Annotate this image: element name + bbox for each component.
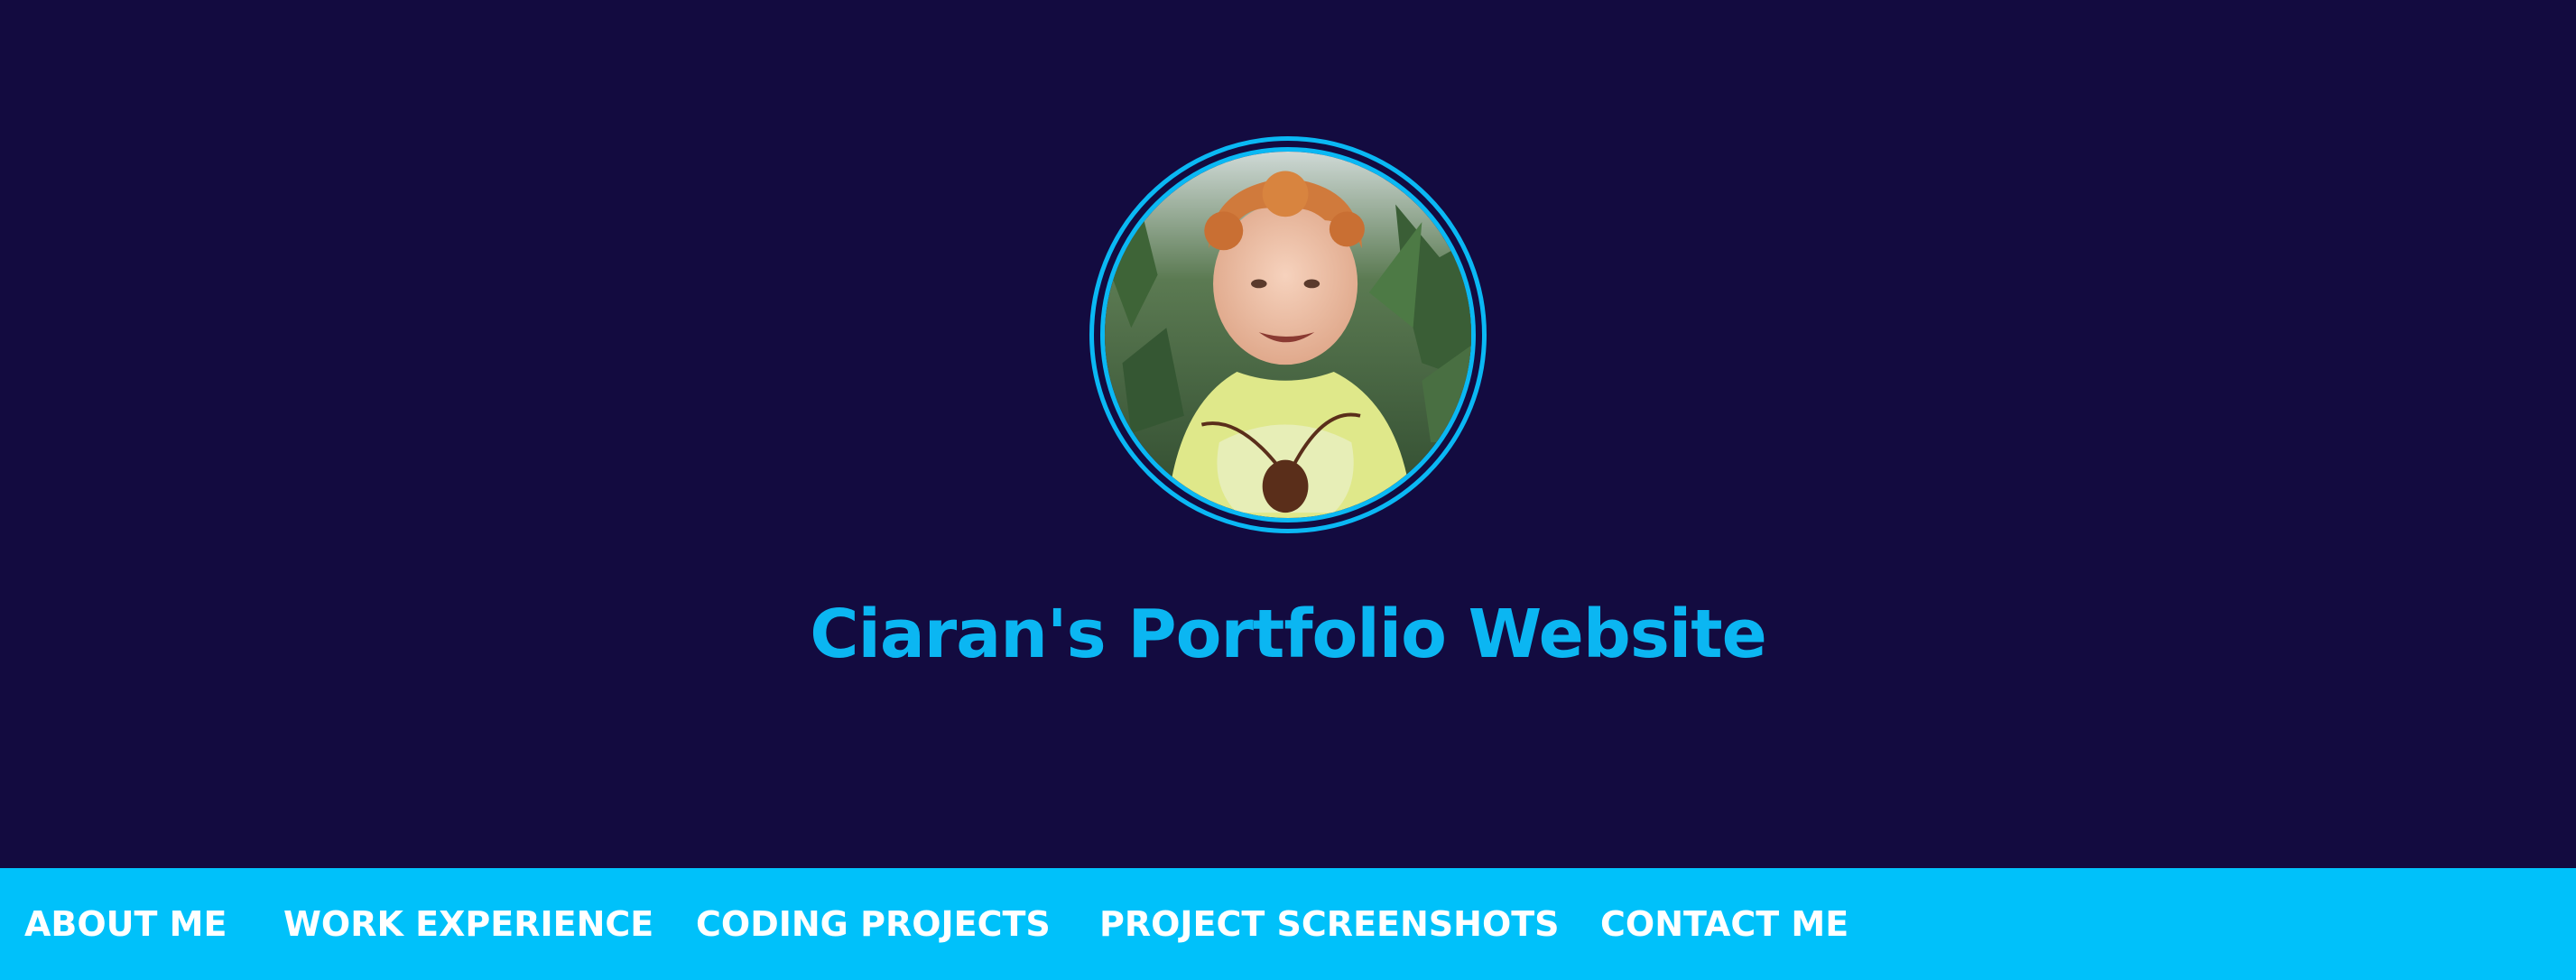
avatar: [1100, 147, 1476, 522]
nav-item-about-me[interactable]: ABOUT ME: [24, 868, 227, 980]
profile-photo-icon: [1105, 152, 1471, 518]
hero-section: Ciaran's Portfolio Website: [0, 0, 2576, 868]
nav-item-project-screenshots[interactable]: PROJECT SCREENSHOTS: [1099, 868, 1560, 980]
nav-item-contact-me[interactable]: CONTACT ME: [1600, 868, 1849, 980]
page: Ciaran's Portfolio Website ABOUT ME WORK…: [0, 0, 2576, 980]
page-title: Ciaran's Portfolio Website: [810, 596, 1767, 673]
nav-item-work-experience[interactable]: WORK EXPERIENCE: [283, 868, 653, 980]
nav-item-coding-projects[interactable]: CODING PROJECTS: [696, 868, 1051, 980]
main-nav: ABOUT ME WORK EXPERIENCE CODING PROJECTS…: [0, 868, 2576, 980]
